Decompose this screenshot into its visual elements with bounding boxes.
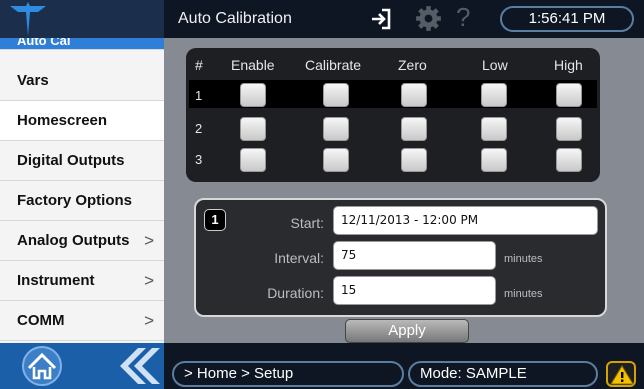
apply-button[interactable]: Apply (345, 319, 469, 343)
low-checkbox-2[interactable] (481, 117, 507, 141)
mode-indicator: Mode: SAMPLE (408, 361, 598, 387)
sidebar-item-label: Analog Outputs (17, 232, 130, 249)
column-header: Enable (231, 57, 275, 73)
sidebar-item-instrument[interactable]: Instrument > (0, 261, 164, 301)
row-number: 1 (195, 88, 203, 103)
sidebar-item-label: COMM (17, 312, 65, 329)
enable-checkbox-1[interactable] (240, 83, 266, 107)
exit-icon[interactable] (370, 7, 392, 31)
duration-field[interactable]: 15 (333, 276, 496, 305)
column-header: Zero (398, 57, 427, 73)
zero-checkbox-2[interactable] (401, 117, 427, 141)
high-checkbox-2[interactable] (556, 117, 582, 141)
low-checkbox-1[interactable] (481, 83, 507, 107)
sidebar-item-analog-outputs[interactable]: Analog Outputs > (0, 221, 164, 261)
help-icon[interactable]: ? (456, 2, 470, 33)
sidebar-item-comm[interactable]: COMM > (0, 301, 164, 341)
chevron-right-icon: > (144, 311, 154, 330)
double-chevron-left-icon[interactable] (114, 345, 160, 387)
header-bar: Auto Calibration ? 1:56:41 PM (164, 0, 644, 38)
calibrate-checkbox-3[interactable] (323, 148, 349, 172)
sequence-number-badge: 1 (204, 209, 226, 231)
logo-area (0, 0, 164, 38)
warning-button[interactable] (606, 361, 636, 387)
warning-icon (610, 365, 634, 385)
sidebar-item-label: Instrument (17, 272, 95, 289)
home-icon[interactable] (20, 345, 64, 387)
sidebar-item-homescreen[interactable]: Homescreen (0, 101, 164, 141)
sidebar-menu: Auto Cal Vars Homescreen Digital Outputs… (0, 38, 164, 343)
column-header: # (195, 57, 203, 73)
low-checkbox-3[interactable] (481, 148, 507, 172)
sidebar-item-label: Auto Cal (17, 38, 71, 48)
teledyne-logo-icon (10, 2, 46, 36)
column-header: Calibrate (305, 57, 362, 73)
breadcrumb[interactable]: > Home > Setup (172, 361, 404, 387)
sidebar-item-label: Vars (17, 72, 49, 89)
start-label: Start: (290, 215, 324, 231)
interval-field[interactable]: 75 (333, 241, 496, 270)
sidebar-item-factory-options[interactable]: Factory Options (0, 181, 164, 221)
enable-checkbox-3[interactable] (240, 148, 266, 172)
interval-label: Interval: (274, 250, 324, 266)
sidebar-item-label: Homescreen (17, 112, 108, 129)
sidebar-item-label: Factory Options (17, 192, 133, 209)
calibration-grid: # Enable Calibrate Zero Low High 1 2 3 (186, 48, 600, 182)
chevron-right-icon: > (144, 231, 154, 250)
row-number: 3 (195, 152, 203, 167)
zero-checkbox-1[interactable] (401, 83, 427, 107)
sidebar-item-label: Digital Outputs (17, 152, 125, 169)
sequence-detail-panel: 1 Start: 12/11/2013 - 12:00 PM Interval:… (194, 198, 607, 317)
column-header: Low (482, 57, 508, 73)
sidebar-item-vars[interactable]: Vars (0, 61, 164, 101)
chevron-right-icon: > (144, 271, 154, 290)
sidebar-item-auto-cal[interactable]: Auto Cal (0, 38, 164, 50)
enable-checkbox-2[interactable] (240, 117, 266, 141)
interval-unit: minutes (504, 253, 543, 265)
page-title: Auto Calibration (178, 10, 292, 27)
duration-unit: minutes (504, 288, 543, 300)
gear-icon[interactable] (415, 5, 442, 32)
main-panel: # Enable Calibrate Zero Low High 1 2 3 1… (164, 38, 644, 343)
sidebar-item-digital-outputs[interactable]: Digital Outputs (0, 141, 164, 181)
duration-label: Duration: (267, 285, 324, 301)
calibrate-checkbox-1[interactable] (323, 83, 349, 107)
row-number: 2 (195, 121, 203, 136)
zero-checkbox-3[interactable] (401, 148, 427, 172)
status-bar: > Home > Setup Mode: SAMPLE (164, 343, 644, 389)
high-checkbox-3[interactable] (556, 148, 582, 172)
calibrate-checkbox-2[interactable] (323, 117, 349, 141)
nav-bar (0, 343, 164, 389)
high-checkbox-1[interactable] (556, 83, 582, 107)
column-header: High (554, 57, 583, 73)
clock-display: 1:56:41 PM (500, 6, 634, 32)
start-field[interactable]: 12/11/2013 - 12:00 PM (333, 206, 598, 235)
